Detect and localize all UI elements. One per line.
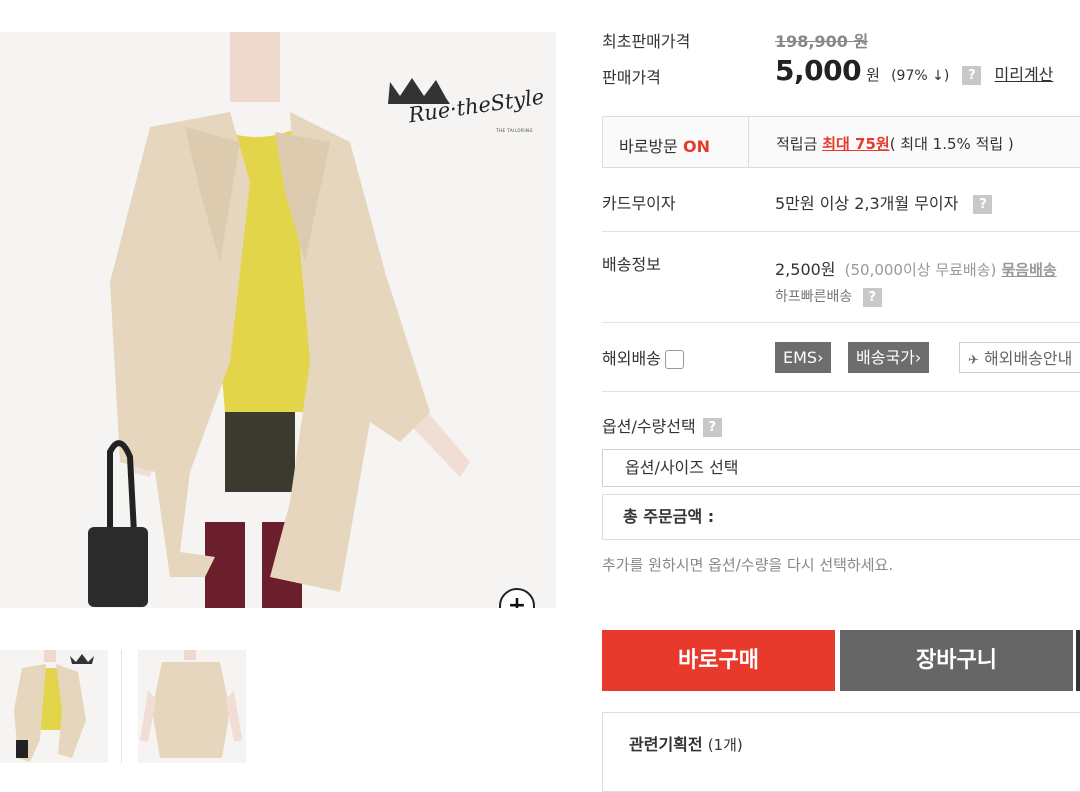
total-amount-box: 총 주문금액 : (602, 494, 1080, 540)
precalc-link[interactable]: 미리계산 (995, 65, 1054, 84)
sale-price-value: 5,000 (775, 54, 862, 87)
wishlist-button[interactable] (1076, 630, 1080, 691)
shipping-fee: 2,500원 (775, 260, 836, 279)
price-help-icon[interactable]: ? (962, 66, 982, 85)
option-help-icon[interactable]: ? (702, 418, 722, 437)
brand-logo-subtext: THE TAILORING (496, 128, 534, 133)
overseas-row: 해외배송 (602, 345, 684, 369)
overseas-guide-label: 해외배송안내 (984, 349, 1073, 368)
card-label: 카드무이자 (602, 194, 676, 213)
visit-status: ON (682, 137, 710, 156)
overseas-guide-button[interactable]: ✈ 해외배송안내 (959, 342, 1080, 373)
card-value: 5만원 이상 2,3개월 무이자 (775, 194, 959, 213)
related-events-box: 관련기획전 (1개) (602, 712, 1080, 792)
option-note: 추가를 원하시면 옵션/수량을 다시 선택하세요. (602, 556, 894, 574)
divider (602, 231, 1080, 232)
points-info: 적립금 최대 75원( 최대 1.5% 적립 ) (776, 133, 1014, 154)
thumbnail-back[interactable] (138, 650, 246, 763)
option-label: 옵션/수량선택 (602, 417, 696, 436)
divider (602, 322, 1080, 323)
shipping-fee-row: 2,500원 (50,000이상 무료배송) 묶음배송 (775, 256, 1057, 280)
sale-price-unit: 원 (866, 66, 880, 84)
discount-rate: (97% ↓) (891, 68, 950, 84)
related-title: 관련기획전 (629, 735, 703, 754)
sale-price-row: 5,000 원 (97% ↓) ? 미리계산 (775, 54, 1053, 87)
ems-button[interactable]: EMS› (775, 342, 832, 373)
option-label-row: 옵션/수량선택 ? (602, 413, 722, 437)
visit-divider (748, 117, 749, 167)
shipping-help-icon[interactable]: ? (862, 287, 882, 307)
card-info: 5만원 이상 2,3개월 무이자 ? (775, 190, 993, 214)
visit-label: 바로방문 (619, 137, 678, 156)
add-to-cart-button[interactable]: 장바구니 (840, 630, 1073, 691)
shipping-method-row: 하프빠른배송 ? (775, 286, 882, 307)
thumbnail-front-image (14, 650, 94, 762)
plane-icon: ✈ (968, 353, 979, 368)
thumbnail-divider (121, 650, 122, 763)
buy-now-button[interactable]: 바로구매 (602, 630, 835, 691)
visit-label-group: 바로방문 ON (619, 133, 710, 157)
overseas-checkbox[interactable] (664, 350, 684, 369)
visit-points-box: 바로방문 ON 적립금 최대 75원( 최대 1.5% 적립 ) (602, 116, 1080, 168)
shipping-label: 배송정보 (602, 255, 661, 274)
shipping-method: 하프빠른배송 (775, 289, 853, 305)
original-price-label: 최초판매가격 (602, 32, 691, 51)
free-shipping-note: (50,000이상 무료배송) (844, 261, 997, 279)
divider (602, 391, 1080, 392)
points-prefix: 적립금 (776, 135, 818, 153)
product-info-panel: 최초판매가격 198,900 원 판매가격 5,000 원 (97% ↓) ? … (602, 0, 1080, 792)
related-count: (1개) (707, 736, 743, 754)
bundle-shipping-link[interactable]: 묶음배송 (1001, 261, 1056, 279)
card-help-icon[interactable]: ? (973, 195, 993, 214)
original-price-value: 198,900 원 (775, 32, 869, 51)
shipping-countries-button[interactable]: 배송국가› (848, 342, 930, 373)
related-title-row: 관련기획전 (1개) (629, 731, 743, 755)
sale-price-label: 판매가격 (602, 68, 661, 87)
product-main-image[interactable]: Rue·theStyle THE TAILORING + (0, 32, 556, 608)
thumbnail-front[interactable] (0, 650, 108, 763)
option-size-select[interactable]: 옵션/사이즈 선택 (602, 449, 1080, 487)
thumbnail-back-image (140, 650, 242, 758)
points-value: 최대 75원 (822, 135, 890, 153)
overseas-label: 해외배송 (602, 349, 661, 368)
points-suffix: ( 최대 1.5% 적립 ) (889, 135, 1014, 153)
